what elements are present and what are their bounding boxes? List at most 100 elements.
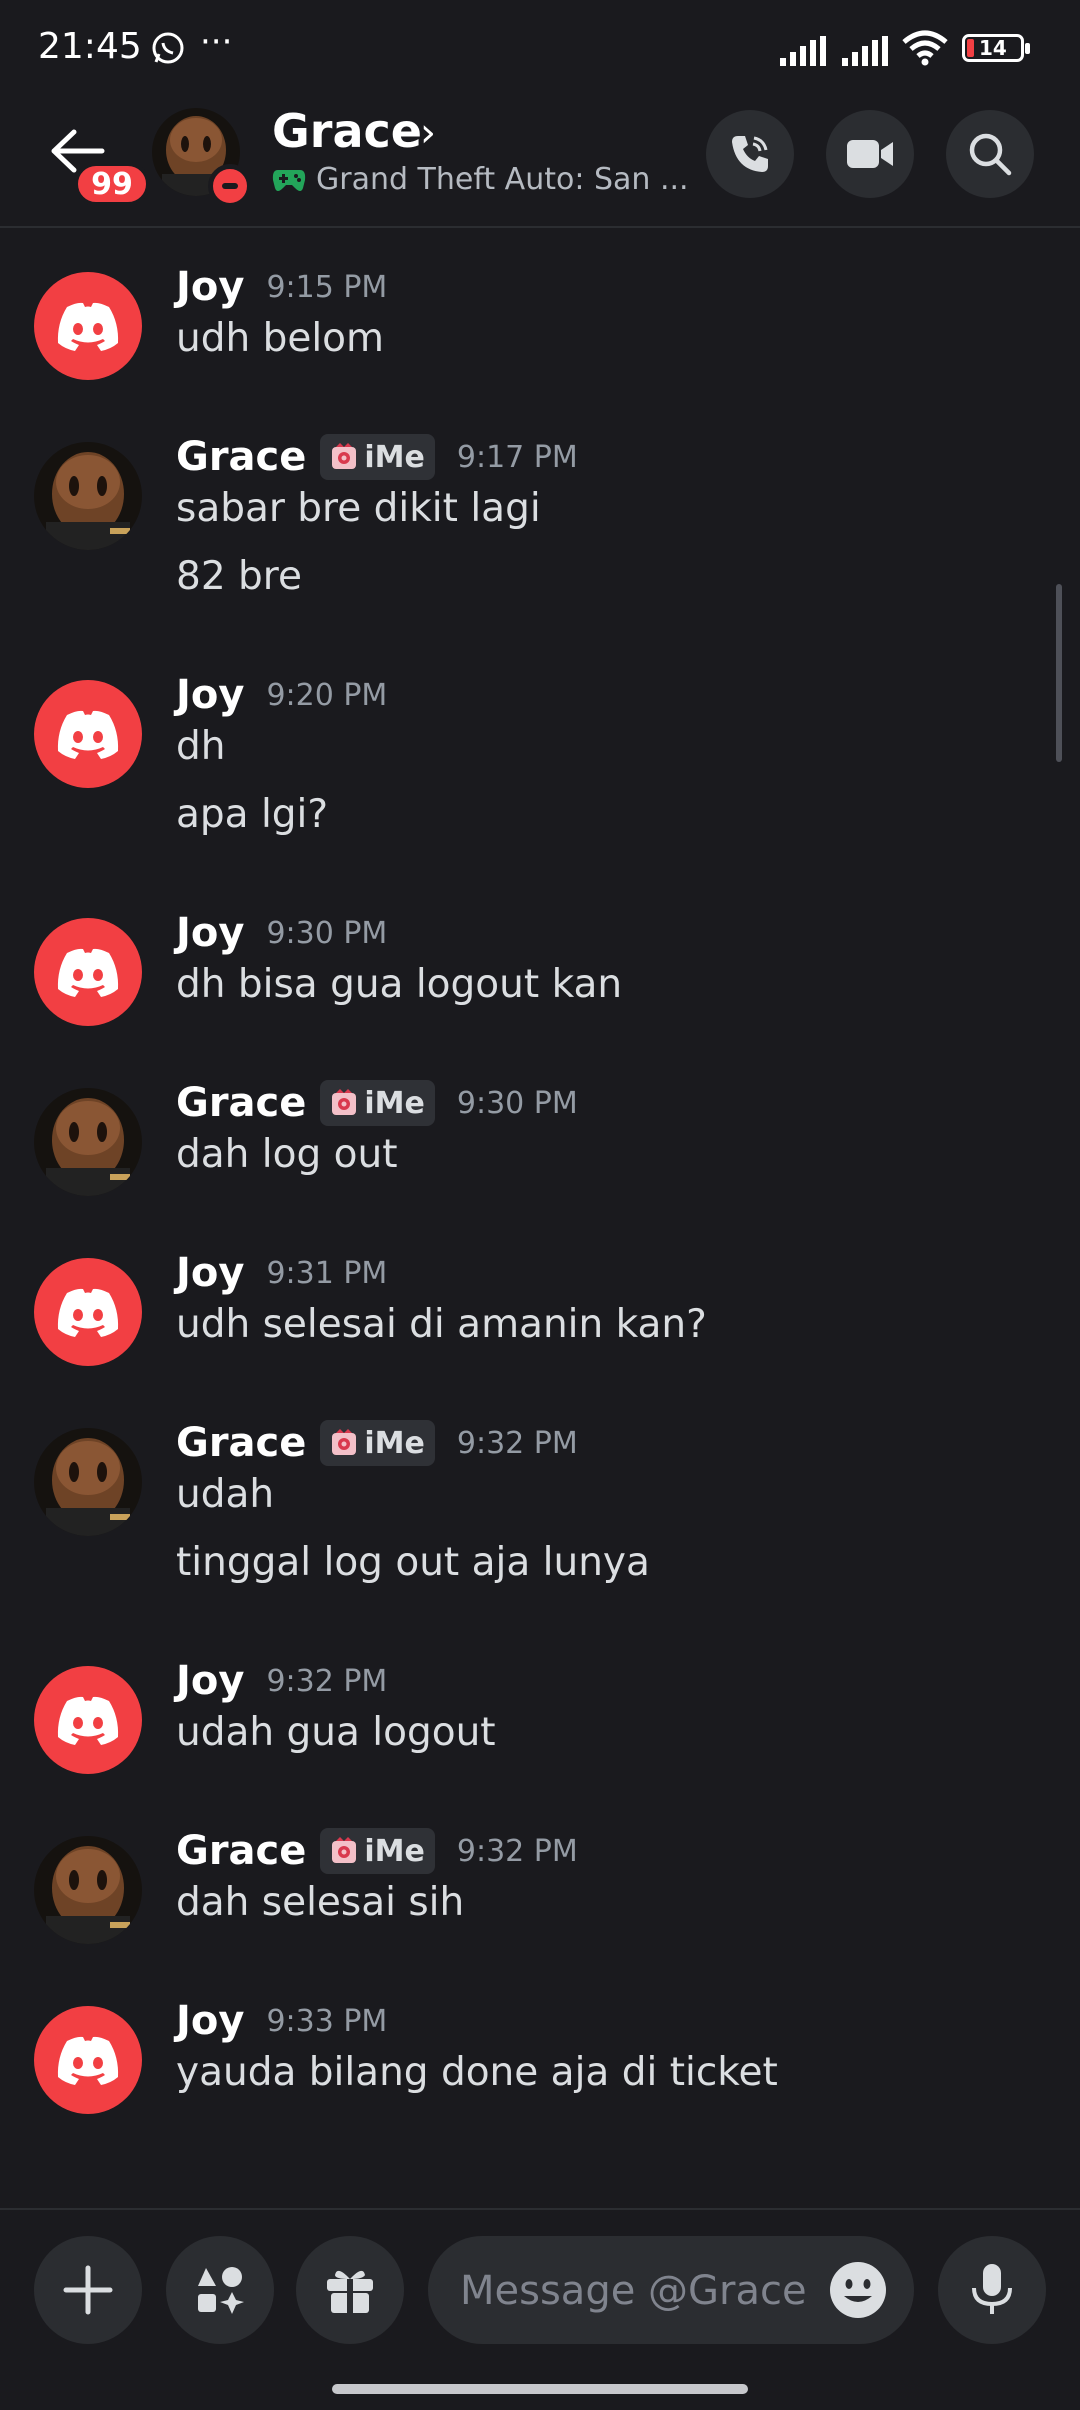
author-name[interactable]: Joy	[176, 910, 244, 956]
author-name[interactable]: Grace	[176, 1080, 306, 1126]
timestamp: 9:32 PM	[456, 1425, 578, 1461]
search-button[interactable]	[946, 110, 1034, 198]
server-tag-badge[interactable]: iMe	[320, 1828, 435, 1874]
message-text[interactable]: sabar bre dikit lagi	[176, 486, 541, 531]
server-tag-label: iMe	[364, 1425, 425, 1461]
server-tag-badge[interactable]: iMe	[320, 1420, 435, 1466]
message-input[interactable]	[458, 2236, 822, 2346]
home-indicator[interactable]	[332, 2384, 748, 2394]
message-text[interactable]: apa lgi?	[176, 792, 328, 837]
author-name[interactable]: Joy	[176, 1658, 244, 1704]
plus-icon	[63, 2265, 113, 2315]
timestamp: 9:32 PM	[266, 1663, 388, 1699]
chevron-right-icon[interactable]: ›	[420, 110, 436, 156]
message-text[interactable]: udh belom	[176, 316, 384, 361]
message-text[interactable]: 82 bre	[176, 554, 302, 599]
do-not-disturb-status	[208, 164, 252, 208]
timestamp: 9:15 PM	[266, 269, 388, 305]
message-text[interactable]: udh selesai di amanin kan?	[176, 1302, 707, 1347]
avatar[interactable]	[34, 1666, 142, 1774]
gamepad-icon	[272, 170, 306, 191]
more-notifications-icon: ···	[200, 22, 233, 62]
avatar[interactable]	[34, 1088, 142, 1196]
status-time: 21:45	[38, 26, 142, 67]
avatar[interactable]	[34, 1258, 142, 1366]
activity-status: Grand Theft Auto: San ...	[316, 162, 689, 197]
tag-emblem-icon	[332, 1837, 357, 1863]
message-header: Grace iMe 9:32 PM	[176, 1420, 578, 1466]
signal-icon-2	[842, 36, 888, 66]
message-header: Joy 9:32 PM	[176, 1658, 387, 1704]
gift-button[interactable]	[296, 2236, 404, 2344]
timestamp: 9:33 PM	[266, 2003, 388, 2039]
tag-emblem-icon	[332, 1429, 357, 1455]
message-text[interactable]: dah log out	[176, 1132, 398, 1177]
tag-emblem-icon	[332, 443, 357, 469]
video-camera-icon	[847, 140, 893, 168]
whatsapp-icon	[152, 32, 184, 64]
avatar[interactable]	[34, 442, 142, 550]
video-call-button[interactable]	[826, 110, 914, 198]
avatar[interactable]	[34, 918, 142, 1026]
status-bar: 21:45 ··· 14	[0, 0, 1080, 96]
discord-logo-icon	[57, 948, 119, 997]
server-tag-label: iMe	[364, 439, 425, 475]
message-header: Joy 9:33 PM	[176, 1998, 387, 2044]
author-name[interactable]: Joy	[176, 1998, 244, 2044]
author-name[interactable]: Joy	[176, 672, 244, 718]
voice-call-button[interactable]	[706, 110, 794, 198]
message-header: Joy 9:20 PM	[176, 672, 387, 718]
server-tag-label: iMe	[364, 1085, 425, 1121]
discord-logo-icon	[57, 710, 119, 759]
message-header: Grace iMe 9:17 PM	[176, 434, 578, 480]
author-name[interactable]: Grace	[176, 1420, 306, 1466]
message-text[interactable]: udah	[176, 1472, 274, 1517]
message-header: Joy 9:31 PM	[176, 1250, 387, 1296]
page-title[interactable]: Grace	[272, 104, 422, 158]
server-tag-badge[interactable]: iMe	[320, 1080, 435, 1126]
add-attachment-button[interactable]	[34, 2236, 142, 2344]
avatar[interactable]	[34, 1836, 142, 1944]
timestamp: 9:30 PM	[456, 1085, 578, 1121]
avatar[interactable]	[34, 1428, 142, 1536]
message-text[interactable]: udah gua logout	[176, 1710, 496, 1755]
discord-logo-icon	[57, 302, 119, 351]
author-name[interactable]: Joy	[176, 264, 244, 310]
avatar[interactable]	[34, 272, 142, 380]
apps-icon	[198, 2267, 244, 2314]
battery-icon: 14	[962, 34, 1030, 62]
discord-logo-icon	[57, 1696, 119, 1745]
signal-icon-1	[780, 36, 826, 66]
message-text[interactable]: dah selesai sih	[176, 1880, 464, 1925]
author-name[interactable]: Grace	[176, 1828, 306, 1874]
message-text[interactable]: yauda bilang done aja di ticket	[176, 2050, 778, 2095]
message-header: Joy 9:15 PM	[176, 264, 387, 310]
timestamp: 9:32 PM	[456, 1833, 578, 1869]
wifi-icon	[902, 30, 948, 66]
timestamp: 9:31 PM	[266, 1255, 388, 1291]
discord-logo-icon	[57, 1288, 119, 1337]
server-tag-badge[interactable]: iMe	[320, 434, 435, 480]
message-composer	[0, 2208, 1080, 2410]
search-icon	[969, 133, 1012, 176]
tag-emblem-icon	[332, 1089, 357, 1115]
timestamp: 9:17 PM	[456, 439, 578, 475]
microphone-icon	[972, 2264, 1012, 2314]
author-name[interactable]: Grace	[176, 434, 306, 480]
avatar[interactable]	[34, 680, 142, 788]
avatar[interactable]	[34, 2006, 142, 2114]
discord-logo-icon	[57, 2036, 119, 2085]
gift-icon	[327, 2270, 373, 2313]
message-input-container[interactable]	[428, 2236, 914, 2346]
apps-button[interactable]	[166, 2236, 274, 2344]
voice-message-button[interactable]	[938, 2236, 1046, 2344]
phone-call-icon	[732, 136, 768, 172]
scrollbar[interactable]	[1056, 584, 1062, 762]
timestamp: 9:30 PM	[266, 915, 388, 951]
message-text[interactable]: dh	[176, 724, 225, 769]
emoji-icon[interactable]	[828, 2260, 888, 2320]
author-name[interactable]: Joy	[176, 1250, 244, 1296]
server-tag-label: iMe	[364, 1833, 425, 1869]
message-text[interactable]: tinggal log out aja lunya	[176, 1540, 650, 1585]
message-text[interactable]: dh bisa gua logout kan	[176, 962, 622, 1007]
